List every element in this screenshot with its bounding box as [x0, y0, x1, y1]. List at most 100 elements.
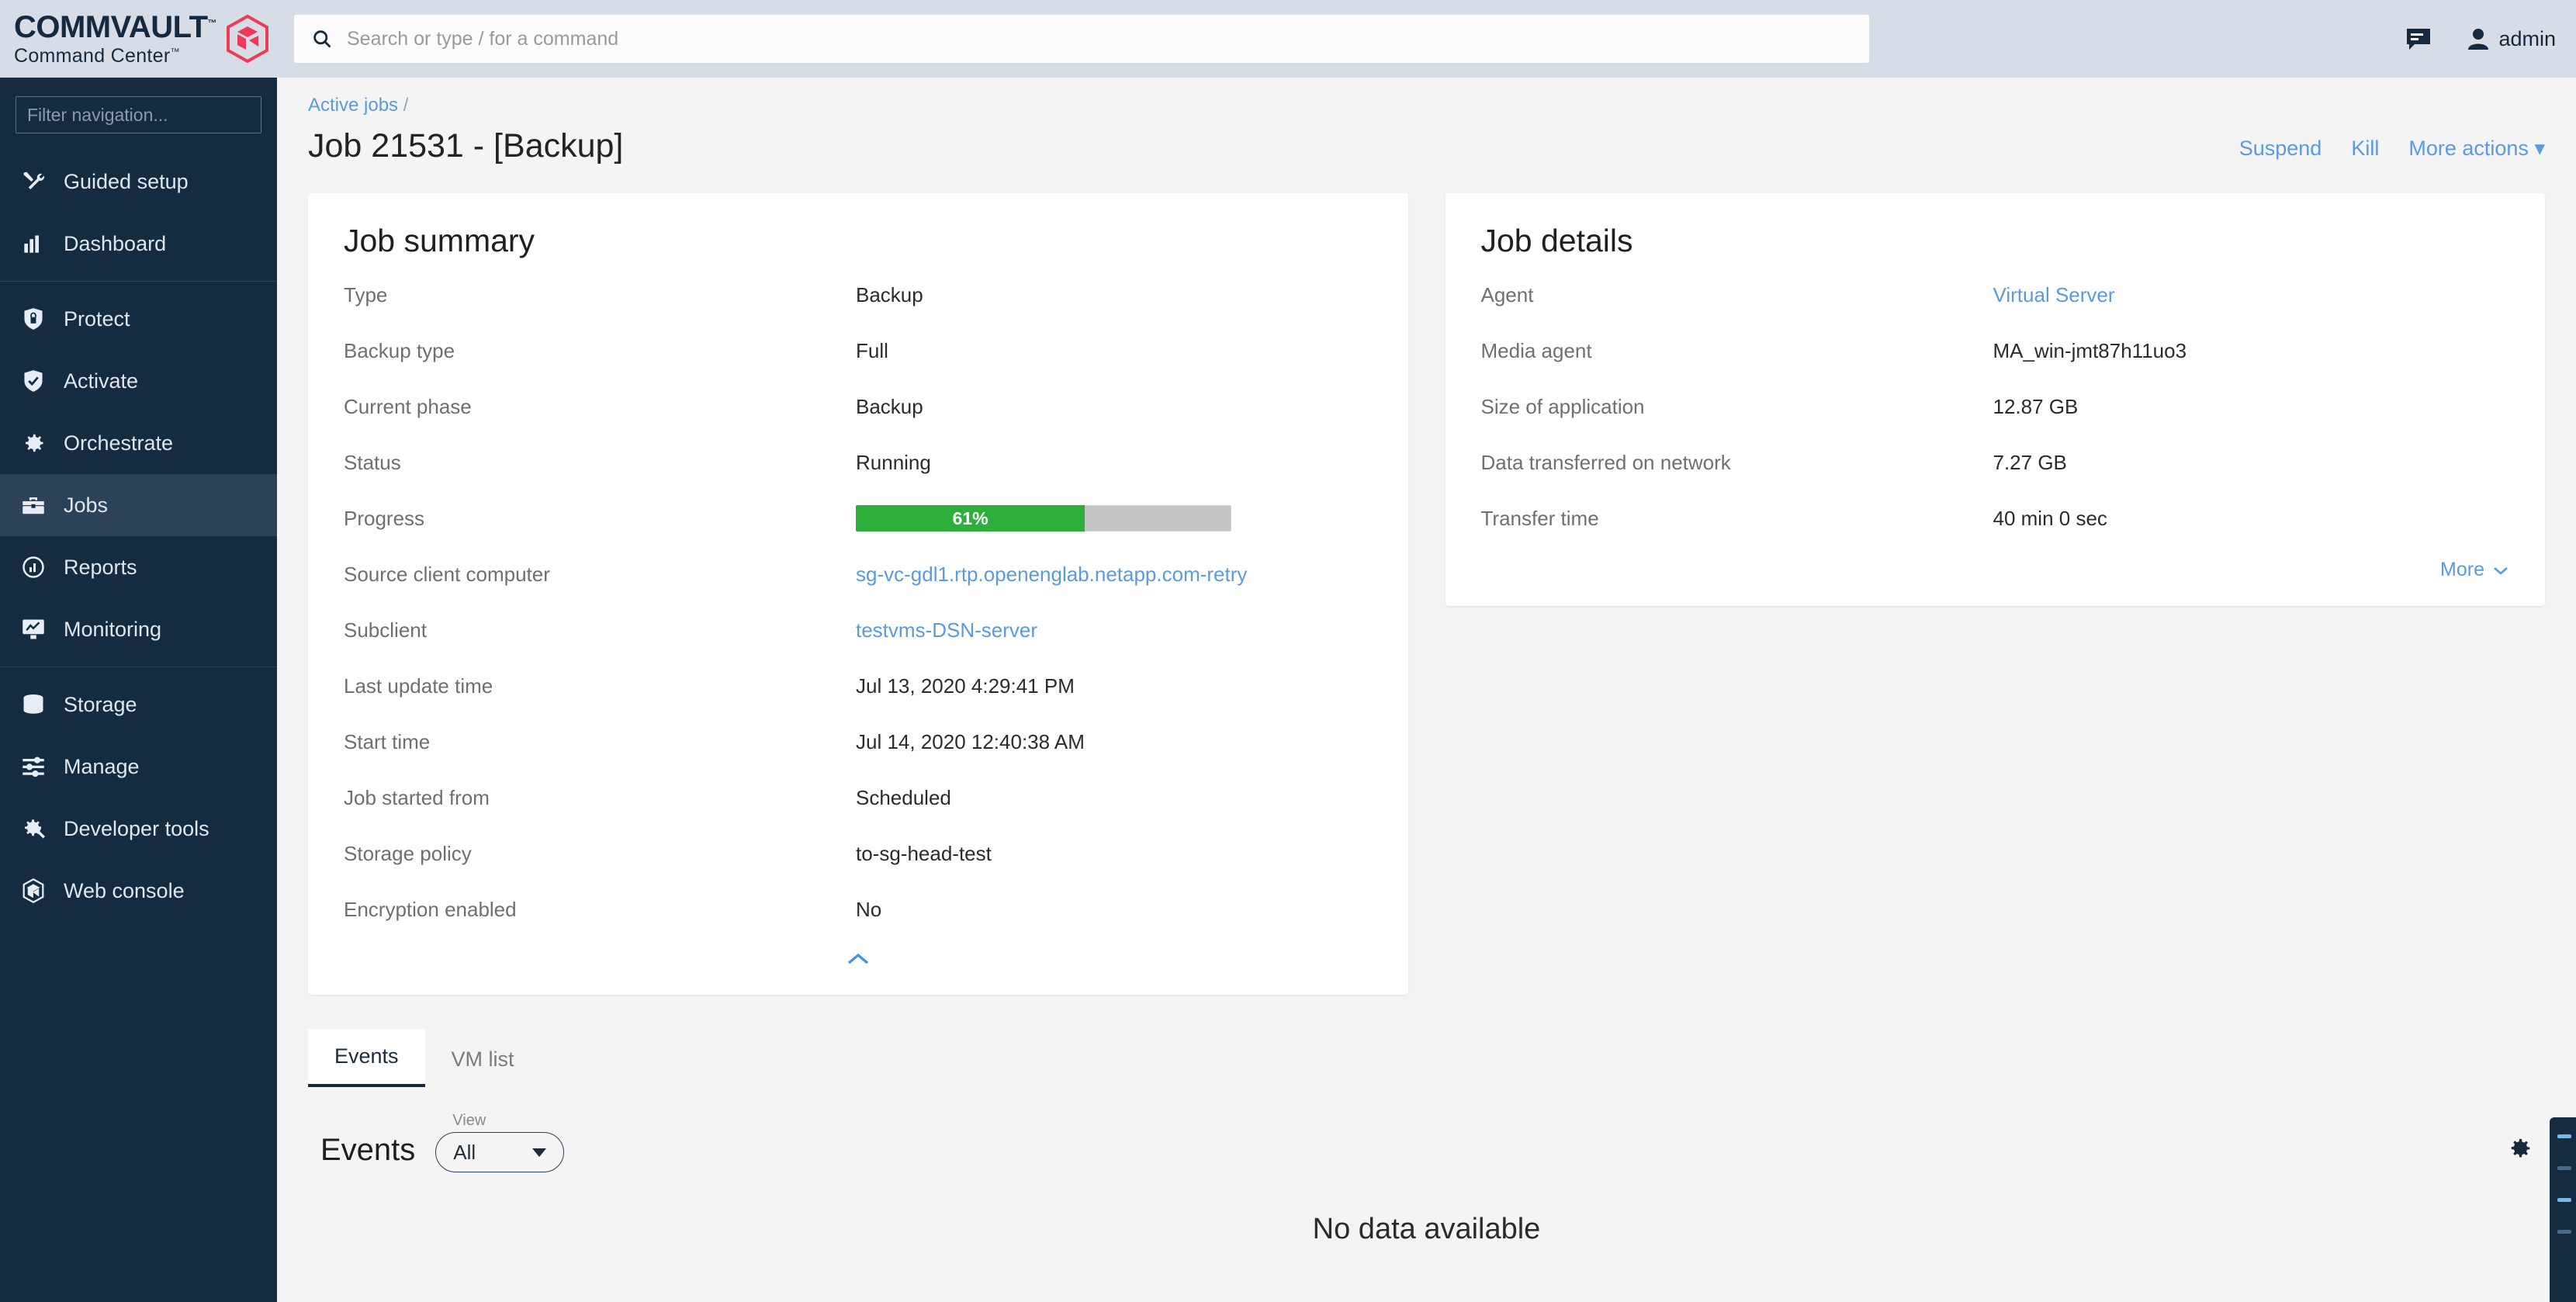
sidebar-label: Monitoring: [64, 618, 161, 642]
right-side-drawer[interactable]: [2550, 1117, 2576, 1302]
view-filter-label: View: [449, 1112, 489, 1130]
page-header-left: Active jobs / Job 21531 - [Backup]: [308, 95, 623, 165]
shield-lock-icon: [20, 306, 47, 332]
cube-icon: [20, 878, 47, 904]
search-icon: [311, 28, 333, 50]
sidebar-item-reports[interactable]: Reports: [0, 536, 277, 598]
sidebar-item-dashboard[interactable]: Dashboard: [0, 213, 277, 275]
sidebar-label: Web console: [64, 879, 185, 903]
row-label: Data transferred on network: [1481, 451, 1993, 475]
row-value: 40 min 0 sec: [1993, 507, 2107, 531]
trademark-mark-2: ™: [171, 47, 180, 57]
sidebar-item-web-console[interactable]: Web console: [0, 860, 277, 922]
shield-check-icon: [20, 368, 47, 394]
job-summary-panel: Job summary Type Backup Backup type Full…: [308, 193, 1408, 995]
summary-row-progress: Progress 61%: [308, 490, 1408, 546]
row-value: testvms-DSN-server: [856, 618, 1037, 642]
sidebar-item-orchestrate[interactable]: Orchestrate: [0, 412, 277, 474]
panels-row: Job summary Type Backup Backup type Full…: [277, 165, 2576, 995]
tab-vm-list[interactable]: VM list: [425, 1032, 541, 1087]
chevron-up-icon[interactable]: [845, 951, 871, 967]
summary-row-last-update-time: Last update time Jul 13, 2020 4:29:41 PM: [308, 658, 1408, 714]
messages-icon[interactable]: [2405, 27, 2432, 50]
app-logo[interactable]: COMMVAULT™ Command Center™: [0, 0, 277, 78]
job-details-footer: More: [1446, 546, 2546, 598]
agent-link[interactable]: Virtual Server: [1993, 283, 2115, 306]
tab-events[interactable]: Events: [308, 1029, 425, 1087]
global-search-box[interactable]: [294, 15, 1869, 63]
row-label: Size of application: [1481, 395, 1993, 419]
more-actions-button[interactable]: More actions ▾: [2408, 137, 2545, 161]
row-label: Agent: [1481, 283, 1993, 307]
sidebar-label: Manage: [64, 755, 140, 779]
row-label: Type: [344, 283, 856, 307]
progress-bar: 61%: [856, 505, 1231, 532]
sidebar-item-guided-setup[interactable]: Guided setup: [0, 151, 277, 213]
kill-button[interactable]: Kill: [2351, 137, 2379, 161]
sidebar-divider-1: [0, 281, 277, 282]
events-panel: Events View All No data available: [277, 1087, 2576, 1246]
top-bar-actions: admin: [2405, 27, 2576, 51]
row-value: to-sg-head-test: [856, 842, 992, 866]
row-value: MA_win-jmt87h11uo3: [1993, 339, 2187, 363]
sidebar-item-protect[interactable]: Protect: [0, 288, 277, 350]
view-filter-value: All: [453, 1141, 476, 1165]
sidebar-label: Jobs: [64, 493, 108, 518]
commvault-hex-icon: [226, 15, 269, 63]
more-details-label: More: [2440, 559, 2484, 581]
job-details-panel: Job details Agent Virtual Server Media a…: [1446, 193, 2546, 606]
sidebar-label: Protect: [64, 307, 130, 331]
sliders-icon: [20, 753, 47, 780]
breadcrumb-separator: /: [403, 95, 409, 116]
gear-icon[interactable]: [2506, 1135, 2533, 1162]
sidebar-item-developer-tools[interactable]: Developer tools: [0, 798, 277, 860]
sidebar-item-activate[interactable]: Activate: [0, 350, 277, 412]
job-summary-footer: [308, 937, 1408, 987]
view-filter-select[interactable]: All: [435, 1132, 564, 1172]
row-label: Progress: [344, 507, 856, 531]
row-value: Virtual Server: [1993, 283, 2115, 307]
sidebar-label: Dashboard: [64, 232, 166, 256]
details-row-transfer-time: Transfer time 40 min 0 sec: [1446, 490, 2546, 546]
empty-state-message: No data available: [308, 1172, 2545, 1246]
progress-percent-label: 61%: [953, 508, 989, 529]
row-label: Backup type: [344, 339, 856, 363]
drawer-indicator-1: [2557, 1134, 2571, 1138]
sidebar-item-manage[interactable]: Manage: [0, 736, 277, 798]
row-label: Job started from: [344, 786, 856, 810]
progress-bar-fill: 61%: [856, 505, 1085, 532]
more-actions-label: More actions: [2408, 137, 2529, 160]
trademark-mark: ™: [208, 18, 217, 29]
more-details-button[interactable]: More: [2440, 559, 2509, 581]
row-value: No: [856, 898, 881, 922]
suspend-button[interactable]: Suspend: [2239, 137, 2322, 161]
source-client-computer-link[interactable]: sg-vc-gdl1.rtp.openenglab.netapp.com-ret…: [856, 563, 1247, 586]
database-icon: [20, 691, 47, 718]
page-header-actions: Suspend Kill More actions ▾: [2239, 95, 2545, 165]
filter-navigation-input[interactable]: [27, 105, 250, 126]
sidebar-item-storage[interactable]: Storage: [0, 674, 277, 736]
logo-product-text: Command Center: [14, 45, 171, 67]
row-label: Transfer time: [1481, 507, 1993, 531]
sidebar-navigation: Guided setup Dashboard: [0, 78, 277, 1302]
search-input[interactable]: [347, 28, 1852, 50]
sidebar-item-jobs[interactable]: Jobs: [0, 474, 277, 536]
row-label: Status: [344, 451, 856, 475]
chart-icon: [20, 230, 47, 257]
summary-row-source-client-computer: Source client computer sg-vc-gdl1.rtp.op…: [308, 546, 1408, 602]
view-filter: View All: [435, 1127, 564, 1172]
row-label: Subclient: [344, 618, 856, 642]
summary-row-start-time: Start time Jul 14, 2020 12:40:38 AM: [308, 714, 1408, 770]
sidebar-group-1: Guided setup Dashboard: [0, 151, 277, 275]
app-body: Guided setup Dashboard: [0, 78, 2576, 1302]
user-menu[interactable]: admin: [2467, 27, 2556, 51]
sidebar-item-monitoring[interactable]: Monitoring: [0, 598, 277, 660]
row-label: Storage policy: [344, 842, 856, 866]
row-label: Encryption enabled: [344, 898, 856, 922]
row-value: 12.87 GB: [1993, 395, 2079, 419]
breadcrumb-link-active-jobs[interactable]: Active jobs: [308, 95, 398, 116]
sidebar-label: Activate: [64, 369, 138, 393]
filter-navigation-box[interactable]: [16, 96, 261, 133]
row-value: Jul 13, 2020 4:29:41 PM: [856, 674, 1075, 698]
subclient-link[interactable]: testvms-DSN-server: [856, 618, 1037, 642]
